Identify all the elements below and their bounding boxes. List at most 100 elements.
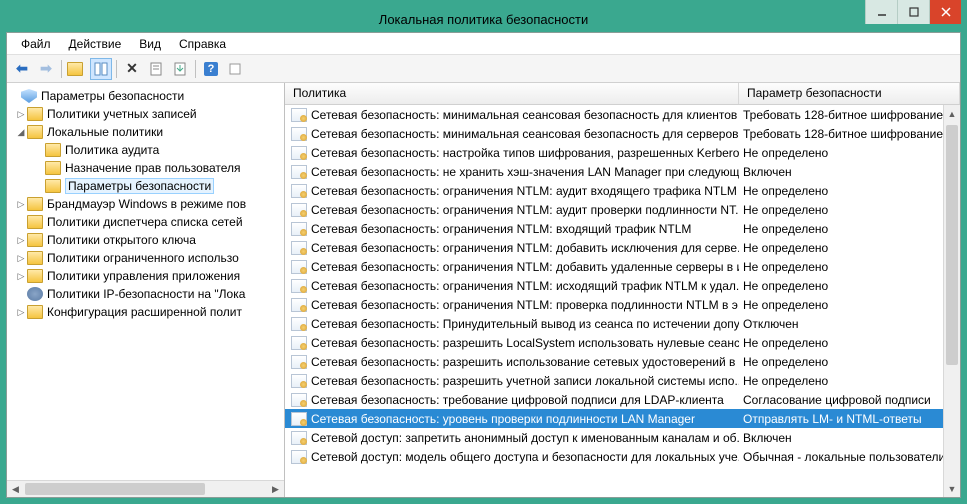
cell-value: Не определено — [739, 336, 960, 350]
expander-icon[interactable]: ▷ — [15, 109, 27, 120]
tree-root[interactable]: Параметры безопасности — [7, 87, 284, 105]
forward-button[interactable]: ➡ — [35, 58, 57, 80]
separator — [195, 60, 196, 78]
view-button[interactable] — [90, 58, 112, 80]
delete-button[interactable]: ✕ — [121, 58, 143, 80]
cell-policy: Сетевая безопасность: ограничения NTLM: … — [285, 298, 739, 312]
list-row[interactable]: Сетевой доступ: запретить анонимный дост… — [285, 428, 960, 447]
up-button[interactable] — [66, 58, 88, 80]
list-row[interactable]: Сетевой доступ: модель общего доступа и … — [285, 447, 960, 466]
toolbar: ⬅ ➡ ✕ ? — [7, 55, 960, 83]
list-row[interactable]: Сетевая безопасность: настройка типов ши… — [285, 143, 960, 162]
header-value[interactable]: Параметр безопасности — [739, 83, 960, 104]
arrow-left-icon: ⬅ — [16, 60, 28, 77]
policy-icon — [291, 355, 307, 369]
gear-icon — [27, 287, 43, 301]
expander-icon[interactable]: ▷ — [15, 271, 27, 282]
list-row[interactable]: Сетевая безопасность: ограничения NTLM: … — [285, 219, 960, 238]
cell-value: Отключен — [739, 317, 960, 331]
cell-value: Не определено — [739, 298, 960, 312]
minimize-button[interactable] — [865, 0, 897, 24]
tree-item[interactable]: Политика аудита — [7, 141, 284, 159]
list-row[interactable]: Сетевая безопасность: ограничения NTLM: … — [285, 200, 960, 219]
expander-icon[interactable]: ▷ — [15, 235, 27, 246]
folder-icon — [27, 233, 43, 247]
cell-value: Требовать 128-битное шифрование — [739, 127, 960, 141]
expander-icon[interactable]: ◢ — [15, 127, 27, 138]
cell-value: Не определено — [739, 146, 960, 160]
close-button[interactable] — [929, 0, 961, 24]
expander-icon[interactable]: ▷ — [15, 199, 27, 210]
list-row[interactable]: Сетевая безопасность: ограничения NTLM: … — [285, 181, 960, 200]
list-row[interactable]: Сетевая безопасность: разрешить учетной … — [285, 371, 960, 390]
cell-policy: Сетевая безопасность: ограничения NTLM: … — [285, 222, 739, 236]
tree-item[interactable]: ▷Политики управления приложения — [7, 267, 284, 285]
list-row[interactable]: Сетевая безопасность: уровень проверки п… — [285, 409, 960, 428]
menu-file[interactable]: Файл — [13, 35, 59, 53]
menu-help[interactable]: Справка — [171, 35, 234, 53]
scroll-down-icon[interactable]: ▼ — [944, 480, 960, 497]
menu-view[interactable]: Вид — [131, 35, 169, 53]
policy-icon — [291, 146, 307, 160]
tree-item[interactable]: Назначение прав пользователя — [7, 159, 284, 177]
folder-icon — [45, 143, 61, 157]
titlebar[interactable]: Локальная политика безопасности — [6, 6, 961, 32]
list-row[interactable]: Сетевая безопасность: требование цифрово… — [285, 390, 960, 409]
scroll-left-icon[interactable]: ◀ — [7, 481, 24, 497]
scroll-thumb[interactable] — [946, 125, 958, 365]
cell-value: Не определено — [739, 241, 960, 255]
cell-value: Включен — [739, 431, 960, 445]
folder-icon — [27, 251, 43, 265]
tree-pane[interactable]: Параметры безопасности ▷Политики учетных… — [7, 83, 285, 497]
back-button[interactable]: ⬅ — [11, 58, 33, 80]
folder-icon — [45, 179, 61, 193]
policy-text: Сетевая безопасность: Принудительный выв… — [311, 317, 739, 331]
shield-icon — [21, 89, 37, 103]
tree-item[interactable]: ▷Политики учетных записей — [7, 105, 284, 123]
tree-item-selected[interactable]: Параметры безопасности — [7, 177, 284, 195]
scroll-thumb[interactable] — [25, 483, 205, 495]
expander-icon[interactable]: ▷ — [15, 253, 27, 264]
properties-button[interactable] — [145, 58, 167, 80]
list-row[interactable]: Сетевая безопасность: разрешить использо… — [285, 352, 960, 371]
list-rows[interactable]: Сетевая безопасность: минимальная сеансо… — [285, 105, 960, 497]
tree-item[interactable]: Политики диспетчера списка сетей — [7, 213, 284, 231]
maximize-button[interactable] — [897, 0, 929, 24]
list-row[interactable]: Сетевая безопасность: разрешить LocalSys… — [285, 333, 960, 352]
list-scrollbar-v[interactable]: ▲ ▼ — [943, 105, 960, 497]
tree-label: Политики IP-безопасности на "Лока — [47, 287, 245, 301]
export-button[interactable] — [169, 58, 191, 80]
tree-item[interactable]: Политики IP-безопасности на "Лока — [7, 285, 284, 303]
list-row[interactable]: Сетевая безопасность: минимальная сеансо… — [285, 105, 960, 124]
help-button[interactable]: ? — [200, 58, 222, 80]
cell-value: Обычная - локальные пользователи... — [739, 450, 960, 464]
scroll-up-icon[interactable]: ▲ — [944, 105, 960, 122]
menu-action[interactable]: Действие — [61, 35, 130, 53]
list-row[interactable]: Сетевая безопасность: минимальная сеансо… — [285, 124, 960, 143]
list-row[interactable]: Сетевая безопасность: ограничения NTLM: … — [285, 295, 960, 314]
cell-policy: Сетевая безопасность: ограничения NTLM: … — [285, 260, 739, 274]
cell-policy: Сетевая безопасность: разрешить использо… — [285, 355, 739, 369]
list-row[interactable]: Сетевая безопасность: ограничения NTLM: … — [285, 257, 960, 276]
header-policy[interactable]: Политика — [285, 83, 739, 104]
list-row[interactable]: Сетевая безопасность: ограничения NTLM: … — [285, 276, 960, 295]
cell-value: Отправлять LM- и NTML-ответы — [739, 412, 960, 426]
tree-item[interactable]: ◢Локальные политики — [7, 123, 284, 141]
list-row[interactable]: Сетевая безопасность: Принудительный выв… — [285, 314, 960, 333]
refresh-button[interactable] — [224, 58, 246, 80]
list-row[interactable]: Сетевая безопасность: ограничения NTLM: … — [285, 238, 960, 257]
expander-icon[interactable]: ▷ — [15, 307, 27, 318]
scroll-right-icon[interactable]: ▶ — [267, 481, 284, 497]
tree-item[interactable]: ▷Политики ограниченного использо — [7, 249, 284, 267]
folder-icon — [45, 161, 61, 175]
tree-item[interactable]: ▷Брандмауэр Windows в режиме пов — [7, 195, 284, 213]
policy-icon — [291, 127, 307, 141]
tree-scrollbar-h[interactable]: ◀▶ — [7, 480, 284, 497]
cell-policy: Сетевая безопасность: минимальная сеансо… — [285, 108, 739, 122]
list-row[interactable]: Сетевая безопасность: не хранить хэш-зна… — [285, 162, 960, 181]
folder-icon — [27, 269, 43, 283]
tree-item[interactable]: ▷Конфигурация расширенной полит — [7, 303, 284, 321]
cell-value: Не определено — [739, 355, 960, 369]
help-icon: ? — [204, 62, 218, 76]
tree-item[interactable]: ▷Политики открытого ключа — [7, 231, 284, 249]
